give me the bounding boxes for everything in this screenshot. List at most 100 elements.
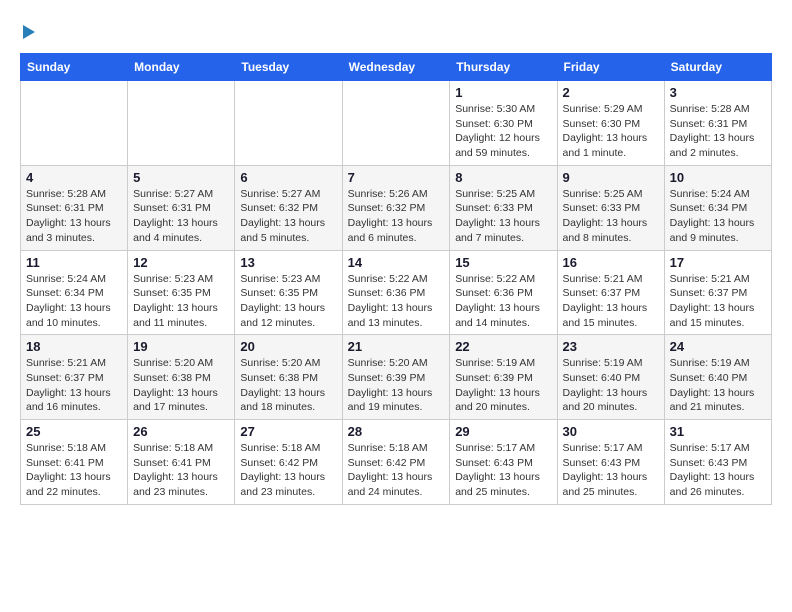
calendar-cell-w3-d2: 12 Sunrise: 5:23 AMSunset: 6:35 PMDayligh… bbox=[128, 250, 235, 335]
day-number: 10 bbox=[670, 170, 766, 185]
day-number: 26 bbox=[133, 424, 229, 439]
day-number: 30 bbox=[563, 424, 659, 439]
calendar-cell-w2-d2: 5 Sunrise: 5:27 AMSunset: 6:31 PMDaylight… bbox=[128, 165, 235, 250]
calendar-cell-w1-d2 bbox=[128, 81, 235, 166]
day-number: 14 bbox=[348, 255, 445, 270]
day-info: Sunrise: 5:23 AMSunset: 6:35 PMDaylight:… bbox=[240, 272, 336, 331]
calendar-cell-w5-d7: 31 Sunrise: 5:17 AMSunset: 6:43 PMDayligh… bbox=[664, 420, 771, 505]
day-info: Sunrise: 5:20 AMSunset: 6:39 PMDaylight:… bbox=[348, 356, 445, 415]
header-wednesday: Wednesday bbox=[342, 54, 450, 81]
day-info: Sunrise: 5:23 AMSunset: 6:35 PMDaylight:… bbox=[133, 272, 229, 331]
day-info: Sunrise: 5:22 AMSunset: 6:36 PMDaylight:… bbox=[455, 272, 551, 331]
day-info: Sunrise: 5:29 AMSunset: 6:30 PMDaylight:… bbox=[563, 102, 659, 161]
header-tuesday: Tuesday bbox=[235, 54, 342, 81]
day-info: Sunrise: 5:28 AMSunset: 6:31 PMDaylight:… bbox=[26, 187, 122, 246]
calendar-cell-w3-d3: 13 Sunrise: 5:23 AMSunset: 6:35 PMDayligh… bbox=[235, 250, 342, 335]
calendar-cell-w4-d1: 18 Sunrise: 5:21 AMSunset: 6:37 PMDayligh… bbox=[21, 335, 128, 420]
calendar-cell-w2-d6: 9 Sunrise: 5:25 AMSunset: 6:33 PMDaylight… bbox=[557, 165, 664, 250]
day-number: 15 bbox=[455, 255, 551, 270]
header-friday: Friday bbox=[557, 54, 664, 81]
day-info: Sunrise: 5:18 AMSunset: 6:42 PMDaylight:… bbox=[240, 441, 336, 500]
day-number: 1 bbox=[455, 85, 551, 100]
week-row-3: 11 Sunrise: 5:24 AMSunset: 6:34 PMDayligh… bbox=[21, 250, 772, 335]
day-number: 5 bbox=[133, 170, 229, 185]
week-row-5: 25 Sunrise: 5:18 AMSunset: 6:41 PMDayligh… bbox=[21, 420, 772, 505]
calendar-cell-w5-d2: 26Sunrise: 5:18 AMSunset: 6:41 PMDayligh… bbox=[128, 420, 235, 505]
calendar-cell-w1-d1 bbox=[21, 81, 128, 166]
day-number: 11 bbox=[26, 255, 122, 270]
logo bbox=[20, 20, 35, 43]
day-info: Sunrise: 5:19 AMSunset: 6:39 PMDaylight:… bbox=[455, 356, 551, 415]
day-number: 24 bbox=[670, 339, 766, 354]
calendar-cell-w1-d3 bbox=[235, 81, 342, 166]
day-info: Sunrise: 5:18 AMSunset: 6:42 PMDaylight:… bbox=[348, 441, 445, 500]
day-info: Sunrise: 5:17 AMSunset: 6:43 PMDaylight:… bbox=[455, 441, 551, 500]
day-number: 3 bbox=[670, 85, 766, 100]
day-number: 21 bbox=[348, 339, 445, 354]
day-number: 20 bbox=[240, 339, 336, 354]
day-info: Sunrise: 5:21 AMSunset: 6:37 PMDaylight:… bbox=[26, 356, 122, 415]
header-monday: Monday bbox=[128, 54, 235, 81]
calendar-cell-w2-d7: 10 Sunrise: 5:24 AMSunset: 6:34 PMDayligh… bbox=[664, 165, 771, 250]
day-number: 19 bbox=[133, 339, 229, 354]
header-saturday: Saturday bbox=[664, 54, 771, 81]
calendar-cell-w4-d2: 19 Sunrise: 5:20 AMSunset: 6:38 PMDayligh… bbox=[128, 335, 235, 420]
day-number: 2 bbox=[563, 85, 659, 100]
day-info: Sunrise: 5:19 AMSunset: 6:40 PMDaylight:… bbox=[563, 356, 659, 415]
week-row-2: 4 Sunrise: 5:28 AMSunset: 6:31 PMDaylight… bbox=[21, 165, 772, 250]
calendar-cell-w5-d6: 30 Sunrise: 5:17 AMSunset: 6:43 PMDayligh… bbox=[557, 420, 664, 505]
day-info: Sunrise: 5:27 AMSunset: 6:32 PMDaylight:… bbox=[240, 187, 336, 246]
calendar-cell-w3-d6: 16 Sunrise: 5:21 AMSunset: 6:37 PMDayligh… bbox=[557, 250, 664, 335]
page-header bbox=[20, 20, 772, 43]
day-info: Sunrise: 5:24 AMSunset: 6:34 PMDaylight:… bbox=[670, 187, 766, 246]
calendar-cell-w1-d4 bbox=[342, 81, 450, 166]
day-number: 23 bbox=[563, 339, 659, 354]
calendar-cell-w4-d7: 24 Sunrise: 5:19 AMSunset: 6:40 PMDayligh… bbox=[664, 335, 771, 420]
day-info: Sunrise: 5:18 AMSunset: 6:41 PMDaylight:… bbox=[26, 441, 122, 500]
day-number: 16 bbox=[563, 255, 659, 270]
day-number: 27 bbox=[240, 424, 336, 439]
day-number: 13 bbox=[240, 255, 336, 270]
calendar-cell-w2-d4: 7Sunrise: 5:26 AMSunset: 6:32 PMDaylight… bbox=[342, 165, 450, 250]
calendar-cell-w2-d3: 6 Sunrise: 5:27 AMSunset: 6:32 PMDaylight… bbox=[235, 165, 342, 250]
day-info: Sunrise: 5:21 AMSunset: 6:37 PMDaylight:… bbox=[670, 272, 766, 331]
calendar-cell-w3-d5: 15 Sunrise: 5:22 AMSunset: 6:36 PMDayligh… bbox=[450, 250, 557, 335]
day-number: 9 bbox=[563, 170, 659, 185]
day-info: Sunrise: 5:20 AMSunset: 6:38 PMDaylight:… bbox=[240, 356, 336, 415]
day-number: 17 bbox=[670, 255, 766, 270]
calendar-cell-w1-d6: 2 Sunrise: 5:29 AMSunset: 6:30 PMDaylight… bbox=[557, 81, 664, 166]
day-number: 25 bbox=[26, 424, 122, 439]
day-info: Sunrise: 5:22 AMSunset: 6:36 PMDaylight:… bbox=[348, 272, 445, 331]
day-number: 12 bbox=[133, 255, 229, 270]
day-info: Sunrise: 5:17 AMSunset: 6:43 PMDaylight:… bbox=[670, 441, 766, 500]
calendar-cell-w4-d3: 20 Sunrise: 5:20 AMSunset: 6:38 PMDayligh… bbox=[235, 335, 342, 420]
week-row-4: 18 Sunrise: 5:21 AMSunset: 6:37 PMDayligh… bbox=[21, 335, 772, 420]
day-number: 18 bbox=[26, 339, 122, 354]
calendar-cell-w4-d5: 22 Sunrise: 5:19 AMSunset: 6:39 PMDayligh… bbox=[450, 335, 557, 420]
calendar-header-row: SundayMondayTuesdayWednesdayThursdayFrid… bbox=[21, 54, 772, 81]
day-number: 6 bbox=[240, 170, 336, 185]
logo-arrow-icon bbox=[23, 25, 35, 39]
day-info: Sunrise: 5:21 AMSunset: 6:37 PMDaylight:… bbox=[563, 272, 659, 331]
day-number: 28 bbox=[348, 424, 445, 439]
day-number: 29 bbox=[455, 424, 551, 439]
day-info: Sunrise: 5:19 AMSunset: 6:40 PMDaylight:… bbox=[670, 356, 766, 415]
day-info: Sunrise: 5:24 AMSunset: 6:34 PMDaylight:… bbox=[26, 272, 122, 331]
calendar-cell-w1-d5: 1Sunrise: 5:30 AMSunset: 6:30 PMDaylight… bbox=[450, 81, 557, 166]
day-info: Sunrise: 5:25 AMSunset: 6:33 PMDaylight:… bbox=[563, 187, 659, 246]
day-info: Sunrise: 5:26 AMSunset: 6:32 PMDaylight:… bbox=[348, 187, 445, 246]
calendar-cell-w5-d5: 29 Sunrise: 5:17 AMSunset: 6:43 PMDayligh… bbox=[450, 420, 557, 505]
week-row-1: 1Sunrise: 5:30 AMSunset: 6:30 PMDaylight… bbox=[21, 81, 772, 166]
day-number: 4 bbox=[26, 170, 122, 185]
calendar-cell-w4-d6: 23 Sunrise: 5:19 AMSunset: 6:40 PMDayligh… bbox=[557, 335, 664, 420]
calendar-cell-w2-d1: 4 Sunrise: 5:28 AMSunset: 6:31 PMDaylight… bbox=[21, 165, 128, 250]
day-number: 31 bbox=[670, 424, 766, 439]
day-number: 22 bbox=[455, 339, 551, 354]
day-info: Sunrise: 5:20 AMSunset: 6:38 PMDaylight:… bbox=[133, 356, 229, 415]
calendar-cell-w3-d7: 17 Sunrise: 5:21 AMSunset: 6:37 PMDayligh… bbox=[664, 250, 771, 335]
calendar-cell-w2-d5: 8Sunrise: 5:25 AMSunset: 6:33 PMDaylight… bbox=[450, 165, 557, 250]
calendar-cell-w5-d3: 27 Sunrise: 5:18 AMSunset: 6:42 PMDayligh… bbox=[235, 420, 342, 505]
day-info: Sunrise: 5:27 AMSunset: 6:31 PMDaylight:… bbox=[133, 187, 229, 246]
calendar-cell-w3-d1: 11 Sunrise: 5:24 AMSunset: 6:34 PMDayligh… bbox=[21, 250, 128, 335]
day-info: Sunrise: 5:17 AMSunset: 6:43 PMDaylight:… bbox=[563, 441, 659, 500]
